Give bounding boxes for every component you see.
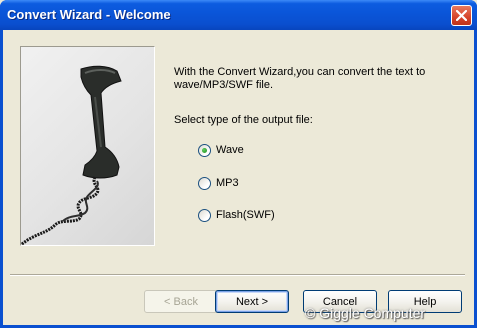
title-bar[interactable]: Convert Wizard - Welcome <box>0 0 477 30</box>
radio-button[interactable] <box>198 208 211 222</box>
dialog-body: With the Convert Wizard,you can convert … <box>3 30 474 325</box>
telephone-handset-graphic <box>21 65 122 245</box>
radio-button-checked[interactable] <box>198 143 211 157</box>
window-title: Convert Wizard - Welcome <box>7 7 171 22</box>
back-button[interactable]: < Back <box>144 290 218 313</box>
convert-wizard-window: Convert Wizard - Welcome With the Conver… <box>0 0 477 328</box>
wizard-description: With the Convert Wizard,you can convert … <box>174 66 426 91</box>
next-button[interactable]: Next > <box>215 290 289 313</box>
radio-flash-swf[interactable]: Flash(SWF) <box>198 208 275 222</box>
radio-wave[interactable]: Wave <box>198 143 244 157</box>
radio-mp3[interactable]: MP3 <box>198 176 239 190</box>
radio-label-flash-swf: Flash(SWF) <box>216 209 275 221</box>
radio-label-wave: Wave <box>216 144 244 156</box>
watermark: © Giggle Computer <box>305 305 426 321</box>
close-button[interactable] <box>451 5 472 26</box>
radio-button[interactable] <box>198 176 211 190</box>
output-type-label: Select type of the output file: <box>174 114 313 126</box>
button-separator <box>10 274 465 276</box>
radio-label-mp3: MP3 <box>216 177 239 189</box>
close-icon <box>456 10 467 21</box>
telephone-handset-image <box>20 46 155 246</box>
